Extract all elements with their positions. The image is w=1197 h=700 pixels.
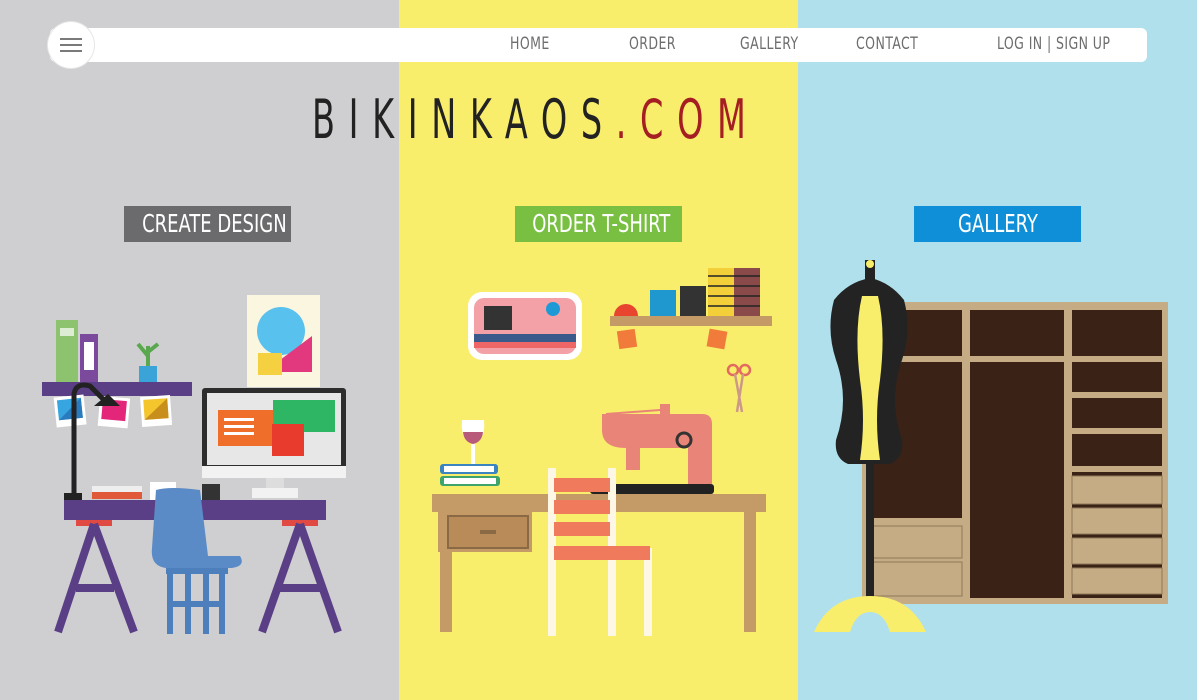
design-desk-illustration — [42, 295, 346, 634]
wardrobe-illustration — [814, 260, 1168, 632]
illustrations — [42, 260, 1168, 636]
sewing-desk-illustration — [432, 268, 772, 636]
